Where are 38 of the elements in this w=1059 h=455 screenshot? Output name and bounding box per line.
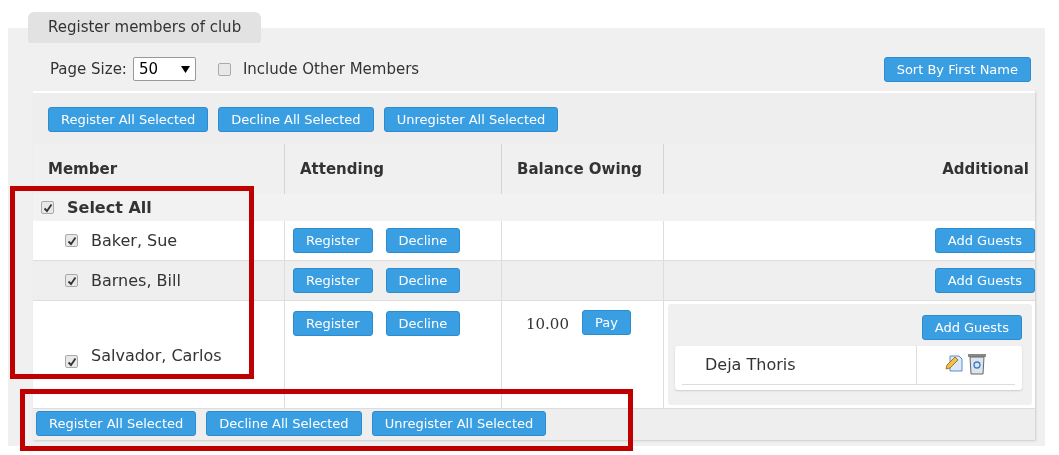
member-name: Salvador, Carlos [91,345,222,367]
trash-icon[interactable] [967,353,987,375]
member-name: Barnes, Bill [91,269,181,292]
bulk-action-button[interactable]: Decline All Selected [218,107,374,132]
bulk-action-button[interactable]: Register All Selected [48,107,209,132]
bulk-action-button[interactable]: Register All Selected [36,411,197,436]
add-guests-button[interactable]: Add Guests [934,268,1035,293]
column-header: Balance Owing [517,158,642,180]
column-header: Attending [300,158,385,180]
sort-button[interactable]: Sort By First Name [883,56,1031,82]
attendance-button[interactable]: Decline [385,268,461,293]
attendance-button[interactable]: Decline [385,228,461,253]
page-size-select[interactable]: 50 [132,57,196,81]
tab[interactable]: Register members of club [28,12,262,43]
add-guests-button[interactable]: Add Guests [921,315,1022,340]
member-name: Baker, Sue [91,229,178,252]
select-all-label: Select All [67,196,152,219]
page-size-label: Page Size: [50,58,127,80]
checkbox[interactable] [41,201,54,214]
attendance-button[interactable]: Register [293,228,373,253]
checkbox[interactable] [65,234,78,247]
guest-name: Deja Thoris [705,354,796,376]
include-other-members-label: Include Other Members [242,58,420,80]
column-header: Member [48,158,118,180]
attendance-button[interactable]: Decline [385,311,461,336]
attendance-button[interactable]: Register [293,268,373,293]
checkbox[interactable] [65,355,78,368]
bulk-action-button[interactable]: Unregister All Selected [371,411,547,436]
edit-icon[interactable] [945,353,965,373]
checkbox[interactable] [65,274,78,287]
pay-button[interactable]: Pay [581,310,631,335]
caret-icon [180,65,190,73]
balance-amount: 10.00 [526,314,569,335]
column-header: Additional [942,158,1029,180]
bulk-action-button[interactable]: Unregister All Selected [383,107,559,132]
attendance-button[interactable]: Register [293,311,373,336]
bulk-action-button[interactable]: Decline All Selected [206,411,362,436]
add-guests-button[interactable]: Add Guests [934,228,1035,253]
